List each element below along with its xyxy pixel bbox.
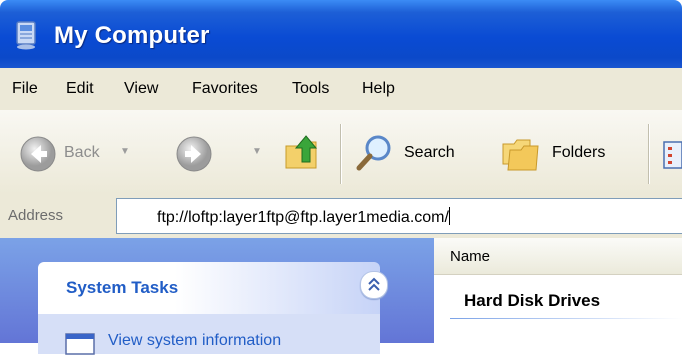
system-tasks-title: System Tasks	[66, 278, 179, 297]
toolbar-separator	[340, 124, 342, 184]
group-title-hard-disk-drives: Hard Disk Drives	[464, 291, 601, 310]
menu-help[interactable]: Help	[362, 80, 395, 98]
chevron-up-double-icon	[368, 277, 380, 291]
window-title: My Computer	[54, 22, 210, 49]
address-bar: Address ftp://loftp:layer1ftp@ftp.layer1…	[0, 194, 682, 239]
up-folder-button[interactable]	[282, 130, 330, 178]
system-info-icon	[65, 333, 95, 355]
back-label: Back	[64, 144, 100, 161]
forward-arrow-icon	[176, 136, 212, 172]
column-header-name[interactable]: Name	[434, 238, 682, 275]
address-input[interactable]: ftp://loftp:layer1ftp@ftp.layer1media.co…	[116, 198, 682, 234]
up-folder-icon	[285, 135, 318, 169]
forward-dropdown-icon[interactable]: ▼	[252, 146, 262, 157]
forward-button[interactable]: ▼	[172, 134, 272, 174]
search-label: Search	[404, 144, 455, 161]
menu-view[interactable]: View	[124, 80, 158, 98]
search-button[interactable]: Search	[350, 130, 482, 178]
menu-file[interactable]: File	[12, 80, 38, 98]
address-label: Address	[8, 207, 64, 224]
menu-tools[interactable]: Tools	[292, 80, 329, 98]
system-tasks-body: View system information	[38, 314, 380, 355]
back-dropdown-icon[interactable]: ▼	[120, 146, 130, 157]
folders-icon	[502, 139, 539, 171]
address-value: ftp://loftp:layer1ftp@ftp.layer1media.co…	[157, 209, 449, 226]
menu-bar: File Edit View Favorites Tools Help	[0, 68, 682, 111]
my-computer-icon	[16, 21, 36, 50]
folders-label: Folders	[552, 144, 606, 161]
menu-edit[interactable]: Edit	[66, 80, 94, 98]
back-arrow-icon	[20, 136, 56, 172]
column-header-label: Name	[450, 248, 491, 265]
views-icon	[663, 141, 682, 169]
folders-button[interactable]: Folders	[498, 130, 634, 178]
menu-favorites[interactable]: Favorites	[192, 80, 258, 98]
toolbar-separator	[648, 124, 650, 184]
view-system-info-link[interactable]: View system information	[108, 332, 281, 350]
group-divider	[450, 318, 682, 319]
system-tasks-header[interactable]: System Tasks	[38, 262, 388, 314]
collapse-button[interactable]	[360, 271, 388, 299]
text-caret	[448, 207, 450, 225]
search-icon	[356, 135, 391, 171]
title-bar[interactable]: My Computer	[0, 0, 682, 68]
back-button[interactable]: Back ▼	[12, 134, 160, 174]
views-button[interactable]	[660, 140, 682, 170]
content-pane: Name Hard Disk Drives	[434, 238, 682, 343]
